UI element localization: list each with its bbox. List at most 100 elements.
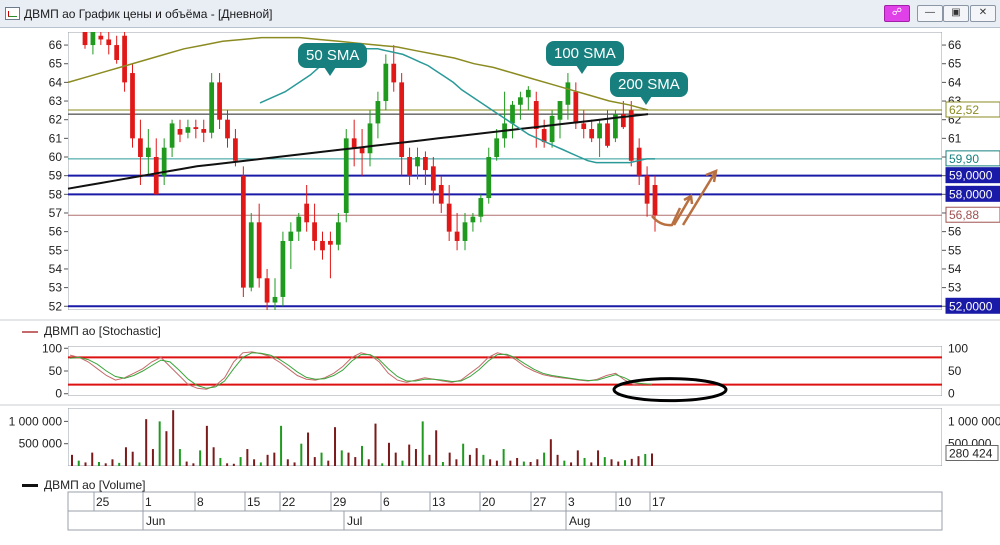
- stoch-tick-label-right: 50: [948, 364, 962, 378]
- candle-body: [304, 203, 310, 223]
- date-label: 27: [533, 495, 547, 509]
- candle-body: [248, 222, 254, 288]
- candle-body: [367, 123, 373, 154]
- price-tick-label-left: 63: [49, 94, 63, 108]
- candle-body: [288, 231, 294, 241]
- price-tick-label-right: 64: [948, 75, 962, 89]
- date-label: 6: [383, 495, 390, 509]
- candle-body: [423, 157, 428, 171]
- candle-body: [335, 222, 341, 245]
- date-label: 8: [197, 495, 204, 509]
- chart-canvas[interactable]: 5252535354545555565657575858595960606161…: [0, 28, 1000, 545]
- candle-body: [122, 35, 127, 83]
- candle-body: [510, 104, 515, 124]
- legend-stochastic-swatch: [22, 330, 38, 333]
- candle-body: [240, 175, 246, 288]
- candle-body: [446, 203, 452, 232]
- price-tick-label-left: 64: [49, 75, 63, 89]
- candle-body: [383, 63, 389, 102]
- month-label: Jul: [347, 514, 362, 528]
- candle-body: [549, 115, 555, 143]
- candle-body: [272, 296, 278, 303]
- stoch-tick-label-right: 100: [948, 341, 968, 355]
- legend-stochastic: ДВМП ао [Stochastic]: [22, 324, 161, 338]
- candle-body: [565, 82, 571, 105]
- candle-body: [328, 240, 333, 245]
- candle-body: [217, 82, 222, 120]
- volume-tick-label-right: 1 000 000: [948, 414, 1000, 428]
- tag-sma50-label: 59,90: [949, 152, 979, 166]
- price-tick-label-left: 59: [49, 169, 63, 183]
- candle-body: [169, 123, 175, 148]
- pin-button[interactable]: ☍: [884, 5, 910, 22]
- candle-body: [581, 123, 587, 130]
- window-title: ДВМП ао График цены и объёма - [Дневной]: [24, 7, 273, 21]
- gap-bg-2: [68, 396, 942, 408]
- candle-body: [478, 198, 484, 217]
- candle-body: [296, 216, 302, 232]
- price-tick-label-right: 56: [948, 225, 962, 239]
- stoch-tick-label-left: 100: [42, 341, 62, 355]
- candle-body: [628, 110, 634, 161]
- candle-body: [486, 157, 492, 199]
- candle-body: [391, 63, 397, 83]
- price-tick-label-left: 62: [49, 113, 63, 127]
- candle-body: [415, 157, 420, 167]
- price-tick-label-right: 53: [948, 281, 962, 295]
- candle-body: [145, 147, 151, 158]
- date-label: 13: [432, 495, 446, 509]
- price-tick-label-left: 57: [49, 206, 63, 220]
- candle-body: [597, 123, 602, 139]
- price-tick-label-right: 61: [948, 131, 962, 145]
- candle-body: [130, 73, 135, 139]
- legend-volume: ДВМП ао [Volume]: [22, 478, 145, 492]
- candle-body: [652, 184, 658, 216]
- candle-body: [320, 240, 325, 251]
- candle-body: [153, 157, 159, 195]
- date-label: 15: [247, 495, 261, 509]
- price-tick-label-left: 61: [49, 131, 63, 145]
- price-panel-frame: [67, 31, 943, 311]
- candle-body: [201, 129, 207, 133]
- date-label: 10: [618, 495, 632, 509]
- title-bar: ДВМП ао График цены и объёма - [Дневной]…: [0, 0, 1000, 28]
- price-tick-label-left: 65: [49, 57, 63, 71]
- stoch-tick-label-left: 0: [55, 387, 62, 401]
- candle-body: [494, 138, 500, 158]
- tag-volume-label: 280 424: [949, 446, 993, 460]
- candle-body: [280, 240, 286, 297]
- candle-body: [636, 147, 642, 176]
- price-tick-label-left: 58: [49, 187, 63, 201]
- candle-body: [351, 138, 357, 148]
- date-label: 1: [145, 495, 152, 509]
- date-label: 29: [333, 495, 347, 509]
- legend-volume-swatch: [22, 484, 38, 488]
- candle-body: [438, 184, 444, 204]
- candle-body: [185, 127, 191, 133]
- tag-level59-label: 59,0000: [949, 169, 993, 183]
- price-tick-label-left: 66: [49, 38, 63, 52]
- candle-body: [359, 147, 365, 154]
- candle-body: [430, 166, 436, 191]
- candle-body: [209, 82, 215, 133]
- candle-body: [264, 278, 270, 303]
- date-label: 25: [96, 495, 110, 509]
- close-button[interactable]: ✕: [970, 5, 996, 22]
- legend-volume-label: ДВМП ао [Volume]: [44, 478, 146, 492]
- tag-level58-label: 58,0000: [949, 187, 993, 201]
- candle-body: [312, 222, 317, 241]
- volume-panel-frame: [67, 407, 943, 467]
- price-tick-label-left: 54: [49, 262, 63, 276]
- volume-tick-label-left: 1 000 000: [9, 414, 63, 428]
- tag-last-label: 56,88: [949, 208, 979, 222]
- tag-sma200-label: 62,52: [949, 103, 979, 117]
- candle-body: [90, 32, 96, 46]
- date-label: 3: [568, 495, 575, 509]
- price-tick-label-left: 56: [49, 225, 63, 239]
- legend-stochastic-label: ДВМП ао [Stochastic]: [44, 324, 161, 338]
- top-bg: [68, 28, 942, 32]
- candle-body: [177, 129, 183, 135]
- date-label: 17: [652, 495, 666, 509]
- minimize-button[interactable]: —: [917, 5, 943, 22]
- maximize-button[interactable]: ▣: [943, 5, 969, 22]
